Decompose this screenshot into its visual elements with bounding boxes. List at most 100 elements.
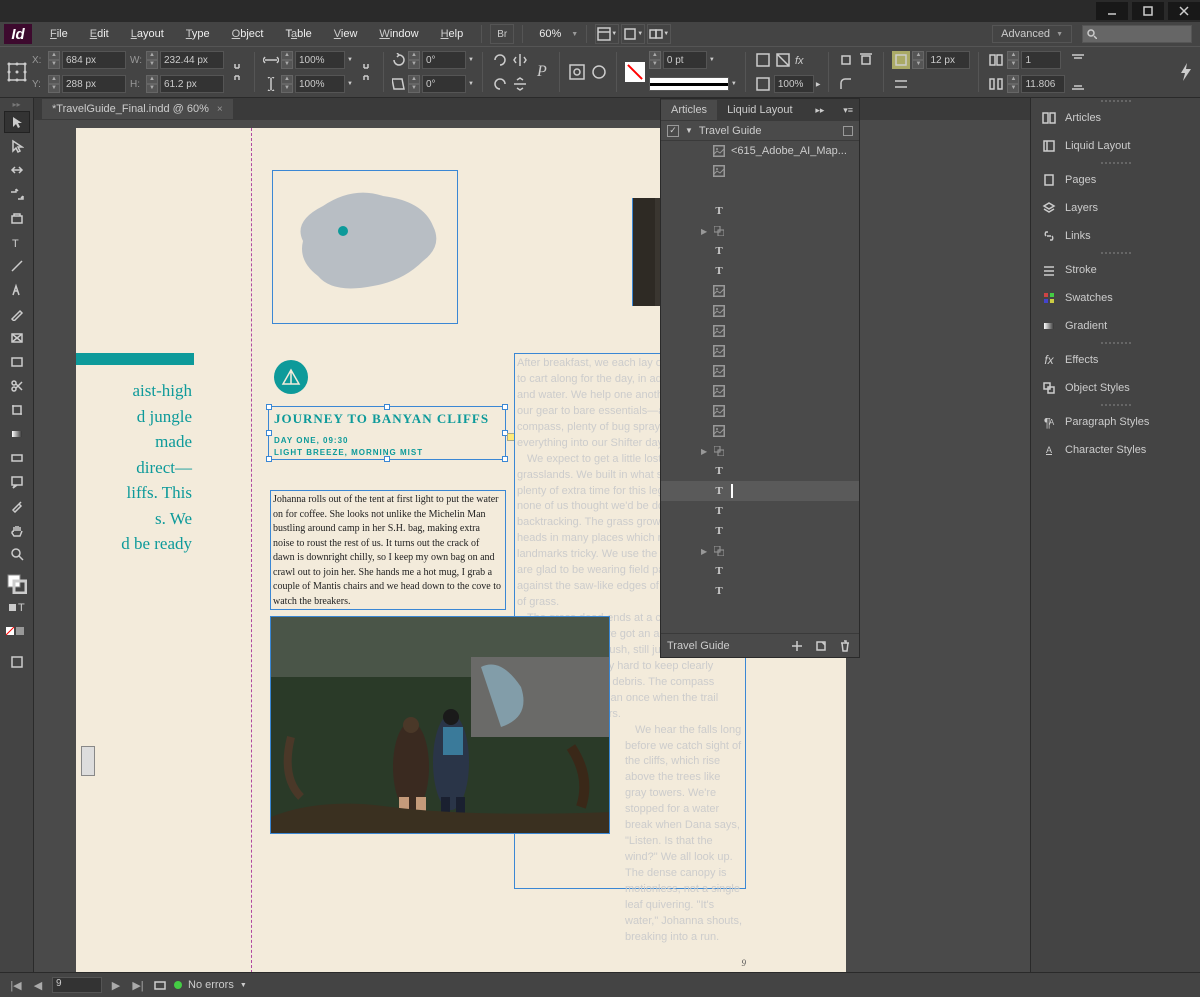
stroke-weight-input[interactable]: 0 pt (663, 51, 707, 69)
menu-layout[interactable]: Layout (121, 24, 174, 44)
panel-layers[interactable]: Layers (1031, 194, 1200, 222)
frame-grid-icon[interactable] (892, 51, 910, 69)
panel-liquid-layout[interactable]: Liquid Layout (1031, 132, 1200, 160)
pen-tool[interactable] (4, 279, 30, 301)
canvas[interactable]: CLIFFSThe aist-high d jungle made direct… (34, 120, 1030, 972)
rectangle-frame-tool[interactable] (4, 327, 30, 349)
pencil-tool[interactable] (4, 303, 30, 325)
align-top-icon[interactable] (1069, 51, 1087, 69)
article-item[interactable]: T (661, 261, 859, 281)
panel-links[interactable]: Links (1031, 222, 1200, 250)
gradient-swatch-tool[interactable] (4, 423, 30, 445)
flip-v-icon[interactable] (511, 75, 529, 93)
article-item[interactable] (661, 301, 859, 321)
textwrap-bbox-icon[interactable] (857, 51, 875, 69)
panel-pages[interactable]: Pages (1031, 166, 1200, 194)
fill-swatch[interactable] (625, 62, 645, 82)
menu-view[interactable]: View (324, 24, 368, 44)
direct-selection-tool[interactable] (4, 135, 30, 157)
article-item[interactable]: <615_Adobe_AI_Map... (661, 141, 859, 161)
rotate-cw-icon[interactable] (491, 51, 509, 69)
panel-character-styles[interactable]: ACharacter Styles (1031, 436, 1200, 464)
document-tab[interactable]: *TravelGuide_Final.indd @ 60%× (42, 99, 233, 119)
new-article-icon[interactable] (813, 638, 829, 654)
select-container-icon[interactable] (568, 63, 586, 81)
hiking-photo-frame[interactable] (270, 616, 610, 834)
menu-type[interactable]: Type (176, 24, 220, 44)
article-item[interactable] (661, 161, 859, 181)
article-item[interactable] (661, 341, 859, 361)
menu-window[interactable]: Window (369, 24, 428, 44)
panel-gradient[interactable]: Gradient (1031, 312, 1200, 340)
delete-article-icon[interactable] (837, 638, 853, 654)
select-content-icon[interactable] (590, 63, 608, 81)
scale-y-input[interactable]: 100% (295, 75, 345, 93)
x-position-input[interactable]: 684 px (62, 51, 126, 69)
workspace-switcher[interactable]: Advanced (992, 25, 1072, 43)
zoom-level[interactable]: 60% (539, 28, 561, 40)
article-item[interactable] (661, 421, 859, 441)
article-item[interactable] (661, 381, 859, 401)
arrange-icon[interactable]: ▼ (647, 24, 671, 44)
page-input[interactable]: 9 (52, 977, 102, 993)
article-color-swatch[interactable] (843, 126, 853, 136)
view-options-icon[interactable]: ▼ (595, 24, 619, 44)
article-item[interactable]: T (661, 461, 859, 481)
scissors-tool[interactable] (4, 375, 30, 397)
autofit-icon[interactable] (754, 51, 772, 69)
shear-input[interactable]: 0° (422, 75, 466, 93)
article-item[interactable]: T (661, 521, 859, 541)
article-item[interactable]: T (661, 481, 859, 501)
panel-effects[interactable]: fxEffects (1031, 346, 1200, 374)
article-item[interactable] (661, 401, 859, 421)
zoom-tool[interactable] (4, 543, 30, 565)
fx-icon[interactable]: fx (794, 53, 808, 67)
grid-value-1[interactable]: 12 px (926, 51, 970, 69)
article-checkbox[interactable]: ✓ (667, 125, 679, 137)
panel-stroke[interactable]: Stroke (1031, 256, 1200, 284)
article-items-list[interactable]: <615_Adobe_AI_Map...T▶TT▶TTTT▶TT (661, 141, 859, 633)
minimize-button[interactable] (1096, 2, 1128, 20)
corner-icon[interactable] (837, 75, 855, 93)
close-button[interactable] (1168, 2, 1200, 20)
panel-articles[interactable]: Articles (1031, 104, 1200, 132)
screen-mode-icon[interactable]: ▼ (621, 24, 645, 44)
content-collector-tool[interactable] (4, 207, 30, 229)
close-tab-icon[interactable]: × (217, 104, 223, 115)
map-image-frame[interactable] (272, 170, 458, 324)
lightning-icon[interactable] (1176, 63, 1194, 81)
thumbnail-frame[interactable] (81, 746, 95, 776)
next-page-icon[interactable]: ▶ (108, 977, 124, 993)
article-item[interactable]: ▶ (661, 441, 859, 461)
selection-frame[interactable] (268, 406, 506, 460)
constrain-icon[interactable] (228, 63, 246, 81)
width-input[interactable]: 232.44 px (160, 51, 224, 69)
bridge-button[interactable]: Br (490, 24, 514, 44)
article-item[interactable] (661, 281, 859, 301)
article-item[interactable]: T (661, 241, 859, 261)
preflight-status-icon[interactable] (174, 981, 182, 989)
stroke-style-dropdown[interactable] (649, 77, 729, 91)
article-item[interactable] (661, 361, 859, 381)
last-page-icon[interactable]: ▶| (130, 977, 146, 993)
constrain-scale-icon[interactable] (357, 63, 375, 81)
article-item[interactable]: ▶ (661, 541, 859, 561)
rotate-ccw-icon[interactable] (491, 75, 509, 93)
panel-menu-icon[interactable]: ▾≡ (837, 101, 859, 120)
article-item[interactable]: T (661, 501, 859, 521)
height-input[interactable]: 61.2 px (160, 75, 224, 93)
textwrap-none-icon[interactable] (837, 51, 855, 69)
article-item[interactable]: T (661, 201, 859, 221)
menu-table[interactable]: Table (275, 24, 321, 44)
apply-color-icon[interactable] (4, 621, 30, 643)
add-article-icon[interactable] (789, 638, 805, 654)
liquid-layout-tab[interactable]: Liquid Layout (717, 100, 802, 120)
menu-edit[interactable]: Edit (80, 24, 119, 44)
align-bottom-icon[interactable] (1069, 75, 1087, 93)
fillframe-icon[interactable] (774, 51, 792, 69)
first-page-icon[interactable]: |◀ (8, 977, 24, 993)
article-root-row[interactable]: ✓ ▼ Travel Guide (661, 121, 859, 141)
panel-collapse-icon[interactable]: ▸▸ (809, 101, 830, 120)
column-1-text[interactable]: Johanna rolls out of the tent at first l… (270, 490, 506, 610)
scale-x-input[interactable]: 100% (295, 51, 345, 69)
